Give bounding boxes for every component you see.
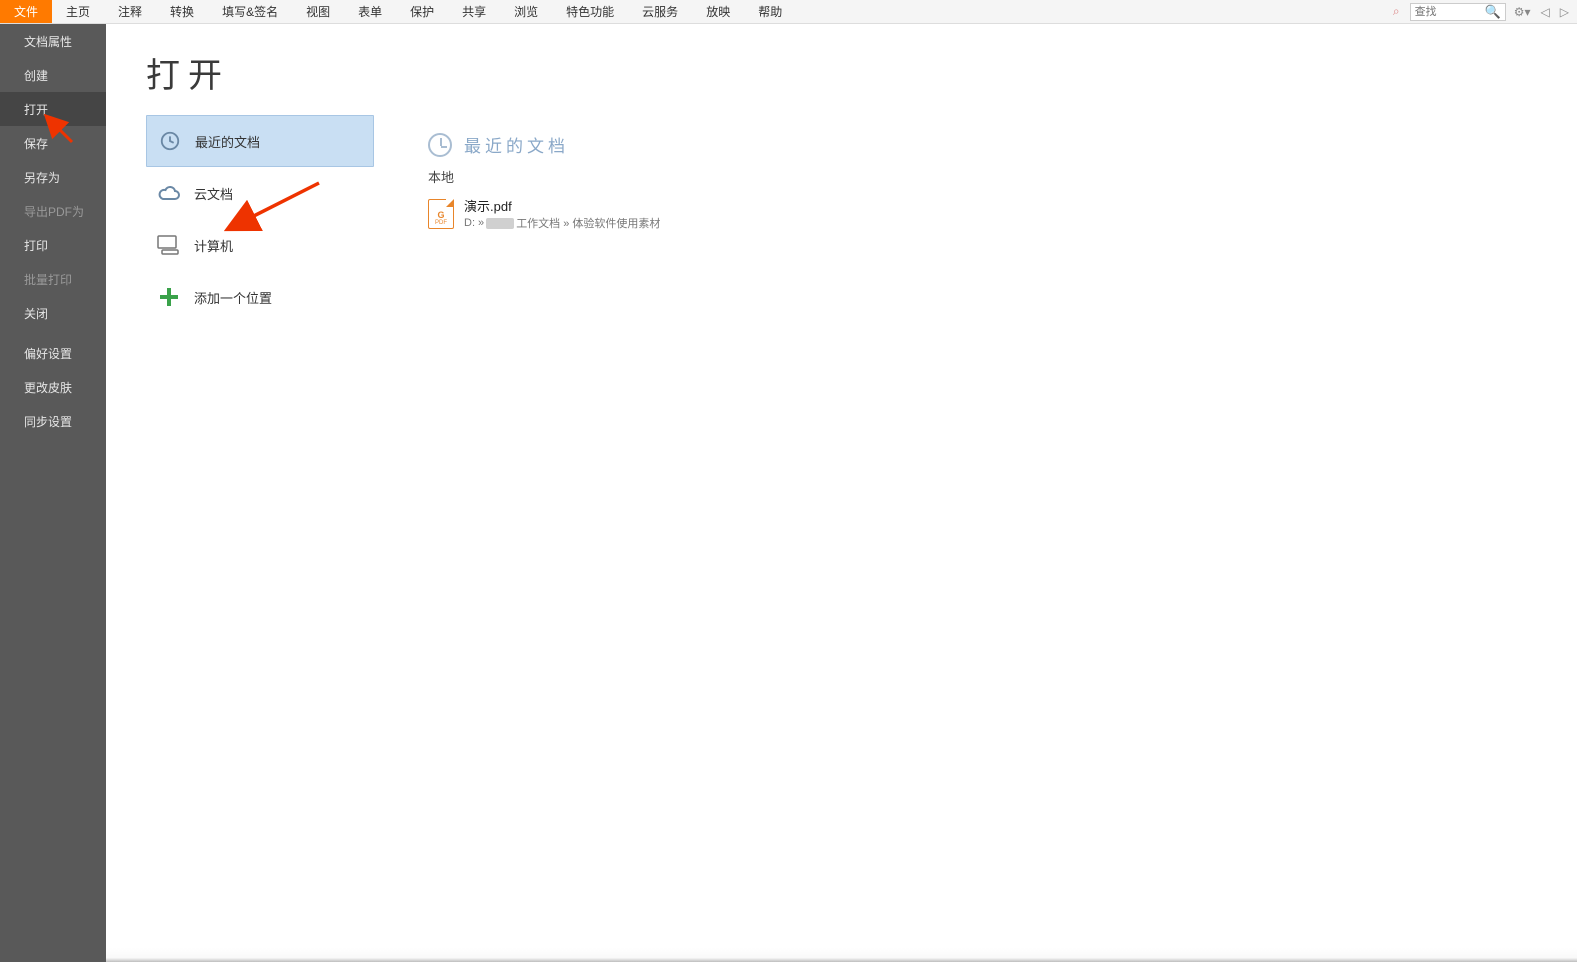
- menu-tab-fill-sign[interactable]: 填写&签名: [208, 0, 292, 23]
- open-option-recent[interactable]: 最近的文档: [146, 115, 374, 167]
- menu-tab-share[interactable]: 共享: [448, 0, 500, 23]
- sidebar-item-skin[interactable]: 更改皮肤: [0, 370, 106, 404]
- sidebar-item-sync[interactable]: 同步设置: [0, 404, 106, 438]
- menu-tab-view[interactable]: 视图: [292, 0, 344, 23]
- clock-icon: [157, 128, 183, 154]
- nav-next-icon[interactable]: ▷: [1558, 5, 1571, 19]
- menu-tab-slideshow[interactable]: 放映: [692, 0, 744, 23]
- open-option-cloud[interactable]: 云文档: [146, 167, 374, 219]
- sidebar-item-preferences[interactable]: 偏好设置: [0, 336, 106, 370]
- menu-tab-convert[interactable]: 转换: [156, 0, 208, 23]
- recent-file-row[interactable]: GPDF 演示.pdf D: » 工作文档 » 体验软件使用素材: [428, 192, 1547, 235]
- sidebar-item-save-as[interactable]: 另存为: [0, 160, 106, 194]
- search-box[interactable]: 🔍: [1410, 3, 1506, 21]
- search-input[interactable]: [1411, 4, 1481, 20]
- menu-tab-cloud[interactable]: 云服务: [628, 0, 692, 23]
- open-options-column: 打开 最近的文档 云文档 计算机: [106, 24, 398, 962]
- find-icon[interactable]: ⌕: [1389, 4, 1404, 19]
- open-option-label: 云文档: [194, 184, 233, 203]
- recent-docs-header: 最近的文档: [464, 132, 569, 157]
- recent-documents-panel: 最近的文档 本地 GPDF 演示.pdf D: » 工作文档 » 体验软件使用素…: [398, 24, 1577, 962]
- main-area: 文档属性 创建 打开 保存 另存为 导出PDF为 打印 批量打印 关闭 偏好设置…: [0, 24, 1577, 962]
- open-option-computer[interactable]: 计算机: [146, 219, 374, 271]
- menu-tab-browse[interactable]: 浏览: [500, 0, 552, 23]
- menu-tab-form[interactable]: 表单: [344, 0, 396, 23]
- open-option-label: 最近的文档: [195, 132, 260, 151]
- cloud-icon: [156, 180, 182, 206]
- sidebar-item-create[interactable]: 创建: [0, 58, 106, 92]
- computer-icon: [156, 232, 182, 258]
- open-option-add-location[interactable]: 添加一个位置: [146, 271, 374, 323]
- menu-tab-home[interactable]: 主页: [52, 0, 104, 23]
- plus-icon: [156, 284, 182, 310]
- sidebar-item-print[interactable]: 打印: [0, 228, 106, 262]
- sidebar-item-batch-print[interactable]: 批量打印: [0, 262, 106, 296]
- menubar-right: ⌕ 🔍 ⚙▾ ◁ ▷: [1389, 0, 1577, 23]
- menu-tab-features[interactable]: 特色功能: [552, 0, 628, 23]
- page-title: 打开: [146, 48, 374, 97]
- sidebar-item-doc-props[interactable]: 文档属性: [0, 24, 106, 58]
- menu-tab-annotate[interactable]: 注释: [104, 0, 156, 23]
- file-sidebar: 文档属性 创建 打开 保存 另存为 导出PDF为 打印 批量打印 关闭 偏好设置…: [0, 24, 106, 962]
- local-section-label: 本地: [428, 167, 1547, 186]
- open-option-label: 计算机: [194, 236, 233, 255]
- file-path: D: » 工作文档 » 体验软件使用素材: [464, 215, 660, 231]
- file-name: 演示.pdf: [464, 196, 660, 215]
- clock-icon: [428, 133, 452, 157]
- sidebar-item-export-pdf[interactable]: 导出PDF为: [0, 194, 106, 228]
- search-icon[interactable]: 🔍: [1481, 4, 1505, 20]
- sidebar-item-open[interactable]: 打开: [0, 92, 106, 126]
- open-option-label: 添加一个位置: [194, 288, 272, 307]
- top-menubar: 文件 主页 注释 转换 填写&签名 视图 表单 保护 共享 浏览 特色功能 云服…: [0, 0, 1577, 24]
- pdf-file-icon: GPDF: [428, 199, 454, 229]
- menu-tab-help[interactable]: 帮助: [744, 0, 796, 23]
- menu-tab-file[interactable]: 文件: [0, 0, 52, 23]
- gear-icon[interactable]: ⚙▾: [1512, 5, 1533, 19]
- menu-tab-protect[interactable]: 保护: [396, 0, 448, 23]
- nav-prev-icon[interactable]: ◁: [1539, 5, 1552, 19]
- redacted-segment: [486, 218, 514, 229]
- bottom-edge: [106, 948, 1577, 962]
- sidebar-item-close[interactable]: 关闭: [0, 296, 106, 330]
- sidebar-item-save[interactable]: 保存: [0, 126, 106, 160]
